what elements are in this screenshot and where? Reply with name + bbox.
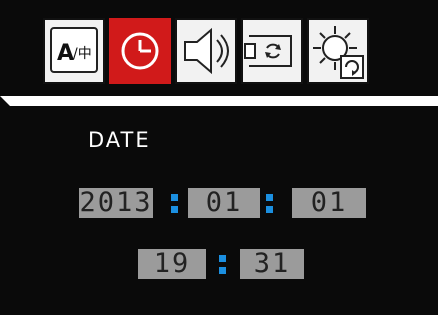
language-icon: A /中 [50,27,98,73]
month-field[interactable]: 01 [188,188,260,218]
tab-clock[interactable] [109,18,171,84]
sync-icon [244,35,292,67]
tab-language[interactable]: A /中 [43,18,105,84]
minute-field[interactable]: 31 [240,249,304,279]
day-field[interactable]: 01 [292,188,366,218]
language-glyph-b: /中 [73,46,92,62]
time-separator [219,249,227,279]
date-separator-2 [266,188,274,218]
tab-audio[interactable] [175,18,237,84]
tab-settings[interactable] [307,18,369,84]
speaker-icon [184,27,229,75]
date-separator-1 [171,188,179,218]
year-field[interactable]: 2013 [79,188,153,218]
date-label: DATE [88,128,151,152]
menu-separator [0,96,438,106]
gear-reset-icon [313,26,364,79]
language-glyph-a: A [57,41,74,66]
hour-field[interactable]: 19 [138,249,206,279]
clock-icon [113,22,167,80]
tab-sync[interactable] [241,18,303,84]
